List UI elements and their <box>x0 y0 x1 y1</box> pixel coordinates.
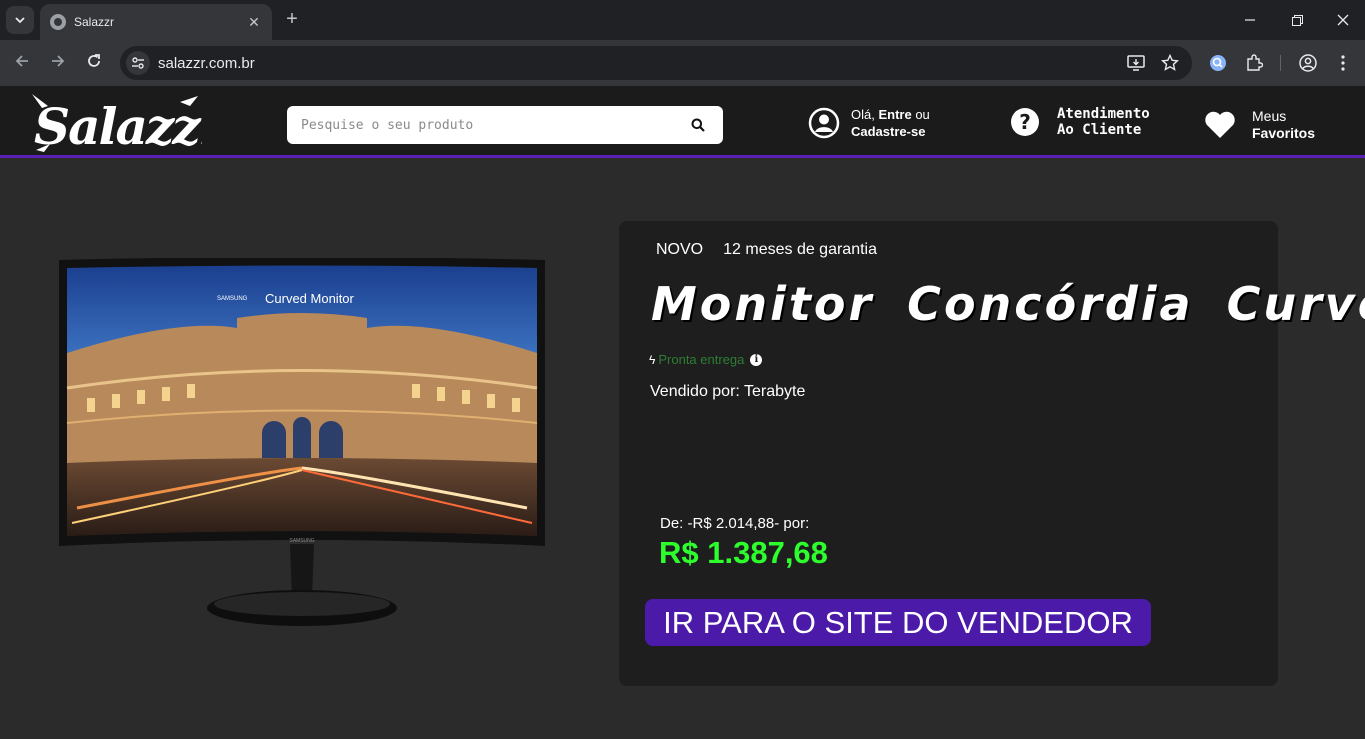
product-page: SAMSUNG Curved Monitor SAMSUNG NOVO 12 me… <box>0 170 1365 739</box>
back-button[interactable] <box>10 51 34 75</box>
forward-button[interactable] <box>46 51 70 75</box>
support-link[interactable]: ? Atendimento Ao Cliente <box>1010 106 1150 138</box>
reload-button[interactable] <box>82 51 106 75</box>
image-brand-text: SAMSUNG <box>217 296 248 302</box>
install-app-icon[interactable] <box>1124 51 1148 75</box>
account-link[interactable]: Olá, Entre ou Cadastre-se <box>808 106 930 140</box>
plus-icon: + <box>286 8 298 30</box>
restore-button[interactable] <box>1285 8 1309 32</box>
logo-text: Salazzr <box>34 97 202 154</box>
site-settings-icon[interactable] <box>126 51 150 75</box>
forward-icon <box>52 55 65 67</box>
tab-strip: Salazzr ✕ + <box>0 0 1365 40</box>
user-icon <box>808 107 840 139</box>
lens-extension-icon[interactable] <box>1206 51 1230 75</box>
account-or: ou <box>915 107 930 122</box>
old-price: De: -R$ 2.014,88- por: <box>660 515 810 532</box>
chrome-favicon-icon <box>50 14 66 30</box>
site-header: Salazzr Olá, Entre ou Cadastre-se ? Aten… <box>0 86 1365 158</box>
tab-search-button[interactable] <box>6 6 34 34</box>
product-image: SAMSUNG Curved Monitor SAMSUNG <box>57 257 547 630</box>
toolbar-divider <box>1280 55 1281 71</box>
new-tab-button[interactable]: + <box>280 8 304 32</box>
svg-text:?: ? <box>1019 110 1031 134</box>
favorites-line2: Favoritos <box>1252 125 1316 141</box>
minimize-icon <box>1245 19 1255 21</box>
warranty-tag: 12 meses de garantia <box>723 241 877 258</box>
kebab-menu-icon[interactable] <box>1331 51 1355 75</box>
close-icon <box>1337 14 1349 26</box>
support-line1: Atendimento <box>1057 106 1150 122</box>
restore-icon <box>1291 14 1303 26</box>
minimize-button[interactable] <box>1238 8 1262 32</box>
site-logo[interactable]: Salazzr <box>30 92 231 156</box>
product-tags: NOVO 12 meses de garantia <box>656 241 877 259</box>
availability: ϟ Pronta entrega i <box>649 352 763 367</box>
close-window-button[interactable] <box>1331 8 1355 32</box>
help-icon: ? <box>1011 108 1039 136</box>
image-stand-brand: SAMSUNG <box>289 538 314 544</box>
tab-title: Salazzr <box>74 15 115 29</box>
seller-text: Vendido por: Terabyte <box>650 383 806 400</box>
product-info-card: NOVO 12 meses de garantia Monitor Concórd… <box>619 221 1365 686</box>
close-icon[interactable]: ✕ <box>246 14 262 31</box>
account-enter[interactable]: Entre <box>878 107 911 122</box>
chevron-down-icon <box>15 17 25 24</box>
bolt-icon: ϟ <box>649 352 656 367</box>
current-price: R$ 1.387,68 <box>659 535 828 570</box>
favorites-line1: Meus <box>1252 108 1287 124</box>
back-icon <box>15 55 28 67</box>
condition-tag: NOVO <box>656 241 704 258</box>
reload-icon <box>88 54 100 67</box>
account-greeting: Olá, <box>851 107 875 122</box>
url-text[interactable]: salazzr.com.br <box>158 55 1124 72</box>
extensions-icon[interactable] <box>1242 51 1266 75</box>
star-icon[interactable] <box>1158 51 1182 75</box>
favorites-link[interactable]: Meus Favoritos <box>1204 108 1315 142</box>
search-input[interactable] <box>301 117 687 133</box>
go-to-seller-button[interactable]: IR PARA O SITE DO VENDEDOR <box>645 599 1151 646</box>
heart-icon <box>1205 111 1235 138</box>
image-screen-caption: Curved Monitor <box>265 291 355 306</box>
search-box <box>287 106 723 144</box>
tab-salazzr[interactable]: Salazzr ✕ <box>40 4 272 40</box>
search-icon[interactable] <box>687 114 709 136</box>
address-bar[interactable]: salazzr.com.br <box>120 46 1192 80</box>
account-signup[interactable]: Cadastre-se <box>851 123 930 140</box>
profile-icon[interactable] <box>1296 51 1320 75</box>
support-line2: Ao Cliente <box>1057 122 1142 138</box>
availability-text: Pronta entrega <box>658 352 745 367</box>
info-icon[interactable]: i <box>750 353 763 366</box>
browser-toolbar: salazzr.com.br <box>0 40 1365 86</box>
product-title: Monitor Concórdia Curvo <box>651 277 1365 331</box>
